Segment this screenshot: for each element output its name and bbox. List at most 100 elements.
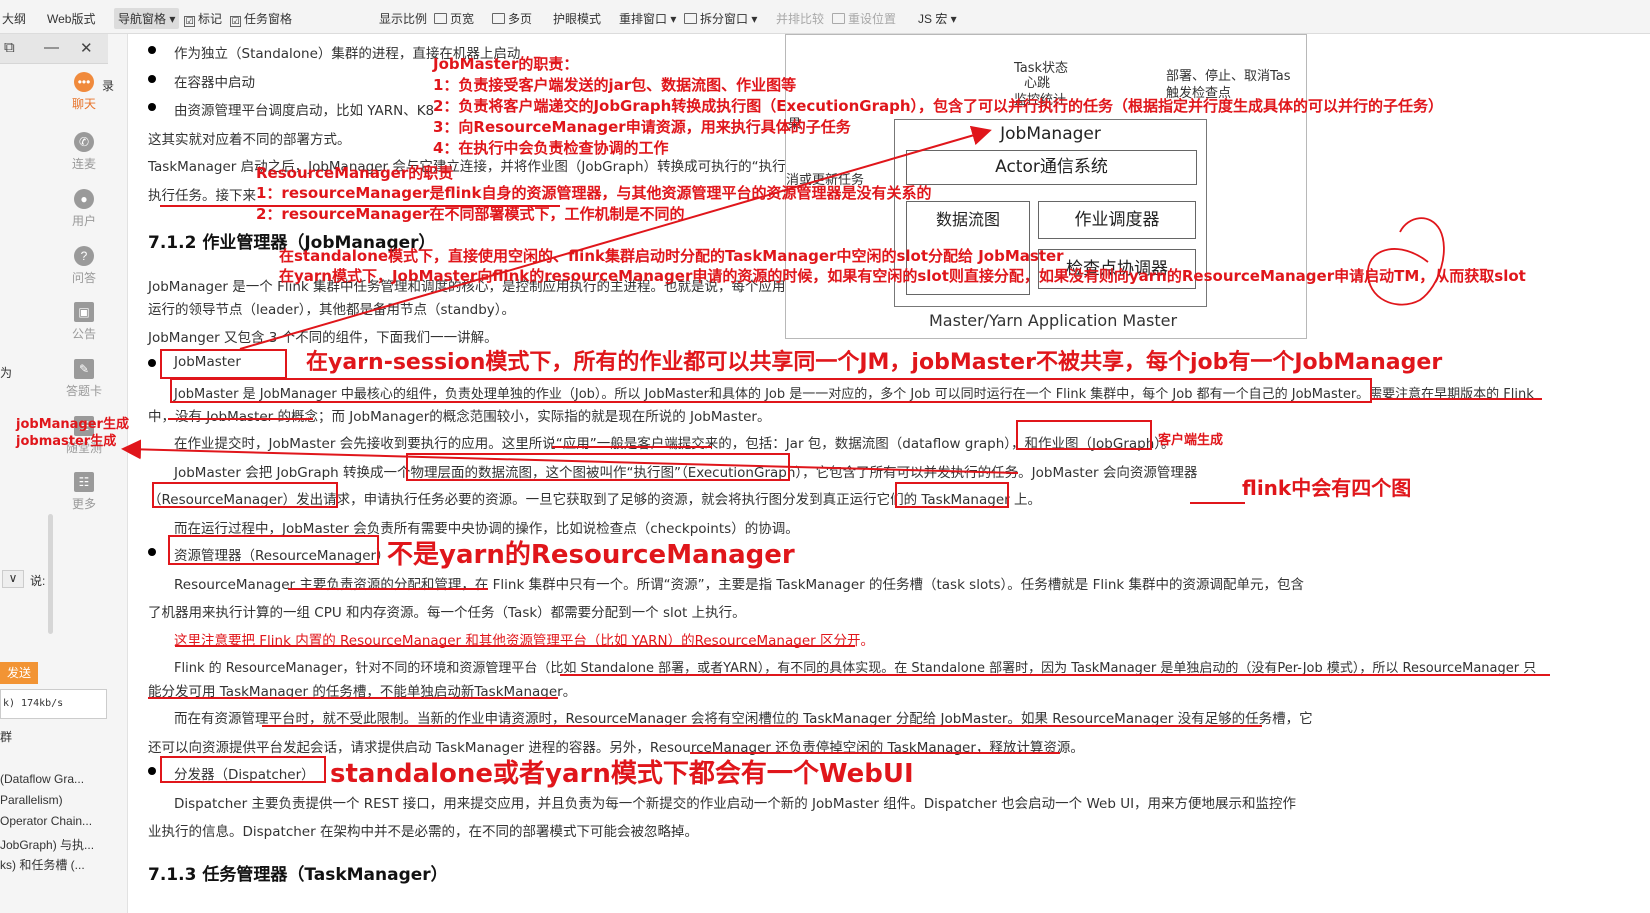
bullet-icon <box>148 75 156 83</box>
sidebar-item-answer-card[interactable]: ✎ 答题卡 <box>62 359 106 399</box>
side-by-side-label: 并排比较 <box>776 12 825 26</box>
page-width-icon <box>434 13 447 24</box>
doc-line: 在容器中启动 <box>174 75 255 91</box>
sidebar-fragment: 为 <box>0 366 13 380</box>
doc-line: 运行的领导节点（leader），其他都是备用节点（standby）。 <box>148 302 516 318</box>
toolbar-zoom-button[interactable]: 显示比例 <box>379 10 427 27</box>
zoom-label: 显示比例 <box>379 12 428 26</box>
edit-icon: ✎ <box>74 359 94 379</box>
markup-label: 标记 <box>198 12 223 26</box>
underline <box>175 645 855 647</box>
web-layout-label: Web版式 <box>47 12 96 26</box>
toolbar-markup-checkbox[interactable]: ☑ 标记 <box>184 10 222 27</box>
notice-icon: ▣ <box>74 302 94 322</box>
reset-label: 重设位置 <box>848 12 897 26</box>
highlight-box <box>1016 420 1152 450</box>
doc-line: 执行任务。接下来 <box>148 188 256 204</box>
doc-line: 中，没有 JobMaster 的概念；而 JobManager的概念范围较小，实… <box>148 409 771 425</box>
split-window-icon <box>684 13 697 24</box>
toolbar-rearrange-window-button[interactable]: 重排窗口 ▾ <box>619 10 676 27</box>
sidebar-item-notice[interactable]: ▣ 公告 <box>62 302 106 342</box>
toolbar-multi-page-button[interactable]: 多页 <box>492 10 532 27</box>
underline <box>690 752 1060 754</box>
underline <box>262 725 1262 727</box>
send-button[interactable]: 发送 <box>0 662 38 684</box>
sidebar-item-qa[interactable]: ? 问答 <box>62 246 106 286</box>
toolbar-reset-position-button[interactable]: 重设位置 <box>832 10 896 27</box>
sidebar-item-chat[interactable]: ••• 聊天 <box>62 72 106 112</box>
highlight-box <box>895 482 1009 508</box>
toc-item[interactable]: (Dataflow Gra... <box>0 772 84 786</box>
highlight-box <box>160 349 287 379</box>
underline <box>1190 502 1245 504</box>
doc-line: Dispatcher 主要负责提供一个 REST 接口，用来提交应用，并且负责为… <box>174 796 1297 812</box>
doc-line: 这其实就对应着不同的部署方式。 <box>148 132 351 148</box>
close-icon[interactable]: ✕ <box>80 39 93 57</box>
toolbar-page-width-button[interactable]: 页宽 <box>434 10 474 27</box>
user-icon: ● <box>74 189 94 209</box>
sidebar-scrollbar[interactable] <box>48 514 53 634</box>
annotation-rm-title: ResourceManager的职责 <box>256 164 454 182</box>
say-label: 说: <box>30 574 46 588</box>
annotation-text: 3：向ResourceManager申请资源，用来执行具体的子任务 <box>433 118 851 136</box>
reset-position-icon <box>832 13 845 24</box>
bullet-icon <box>148 359 156 367</box>
question-icon: ? <box>74 246 94 266</box>
dataflow-label: 数据流图 <box>935 210 1000 229</box>
toolbar-js-macro-button[interactable]: JS 宏 ▾ <box>918 10 957 27</box>
scheduler-box: 作业调度器 <box>1038 201 1196 239</box>
split-label: 拆分窗口 <box>700 12 749 26</box>
annotation-text: 在standalone模式下，直接使用空闲的、flink集群启动时分配的Task… <box>279 247 1064 265</box>
toc-item[interactable]: ks) 和任务槽 (... <box>0 856 85 873</box>
doc-line: 而在有资源管理平台时，就不受此限制。当新的作业申请资源时，ResourceMan… <box>174 711 1313 727</box>
ribbon-toolbar: 大纲 Web版式 导航窗格 ▾ ☑ 标记 ☑ 任务窗格 显示比例 页宽 多页 护眼模… <box>0 0 1650 34</box>
chevron-down-icon[interactable]: ∨ <box>2 570 24 588</box>
toolbar-outline-button[interactable]: 大纲 <box>2 10 26 27</box>
toolbar-web-layout-button[interactable]: Web版式 <box>47 10 95 27</box>
highlight-box <box>168 535 379 565</box>
highlight-box <box>160 756 326 783</box>
underline <box>168 418 313 420</box>
jobmanager-title: JobManager <box>1000 124 1101 144</box>
underline <box>1372 398 1542 400</box>
toc-item[interactable]: Parallelism) <box>0 793 63 807</box>
toc-item[interactable]: JobGraph) 与执... <box>0 836 94 853</box>
network-speed-field: k) 174kb/s <box>0 689 107 719</box>
chat-sidebar: ⧉ — ✕ 录 ••• 聊天 ✆ 连麦 ● 用户 ? 问答 ▣ 公告 ✎ 答题卡 ☰ 随堂测 … <box>0 34 128 913</box>
sidebar-item-mic[interactable]: ✆ 连麦 <box>62 132 106 172</box>
restore-icon[interactable]: ⧉ <box>4 39 15 56</box>
sidebar-item-users[interactable]: ● 用户 <box>62 189 106 229</box>
toolbar-nav-pane-button[interactable]: 导航窗格 ▾ <box>114 8 180 29</box>
doc-line: TaskManager 启动之后，JobManager 会与它建立连接，并将作业… <box>148 159 807 175</box>
notice-label: 公告 <box>71 327 96 341</box>
highlight-box <box>406 453 790 481</box>
bullet-icon <box>148 548 156 556</box>
answer-card-label: 答题卡 <box>65 384 102 398</box>
sidebar-item-more[interactable]: ☷ 更多 <box>62 472 106 512</box>
toc-item[interactable]: 群 <box>0 728 12 745</box>
toolbar-eye-mode-button[interactable]: 护眼模式 <box>553 10 601 27</box>
underline <box>160 205 560 207</box>
nav-pane-label: 导航窗格 <box>118 12 167 26</box>
rearrange-label: 重排窗口 <box>619 12 668 26</box>
toc-item[interactable]: Operator Chain... <box>0 814 92 828</box>
actor-system-box: Actor通信系统 <box>906 150 1197 185</box>
minimize-icon[interactable]: — <box>44 39 59 56</box>
js-macro-label: JS 宏 <box>918 12 948 26</box>
mic-label: 连麦 <box>71 157 96 171</box>
bullet-icon <box>148 103 156 111</box>
annotation-text: 在yarn模式下，JobMaster向flink的resourceManager… <box>279 267 1526 285</box>
underline <box>148 697 558 699</box>
toolbar-task-pane-checkbox[interactable]: ☑ 任务窗格 <box>230 10 292 27</box>
task-pane-label: 任务窗格 <box>244 12 293 26</box>
annotation-text: jobmaster生成 <box>16 434 117 449</box>
doc-line: 了机器用来执行计算的一组 CPU 和内存资源。每一个任务（Task）都需要分配到… <box>148 605 746 621</box>
toolbar-split-window-button[interactable]: 拆分窗口 ▾ <box>684 10 757 27</box>
annotation-jobmaster-title: JobMaster的职责： <box>433 55 579 73</box>
annotation-large: standalone或者yarn模式下都会有一个WebUI <box>330 759 914 789</box>
multi-page-icon <box>492 13 505 24</box>
toolbar-side-by-side-button[interactable]: 并排比较 <box>776 10 824 27</box>
underline <box>552 446 712 448</box>
annotation-text: 2：负责将客户端递交的JobGraph转换成执行图（ExecutionGraph… <box>433 97 1444 115</box>
chat-label: 聊天 <box>71 97 96 111</box>
